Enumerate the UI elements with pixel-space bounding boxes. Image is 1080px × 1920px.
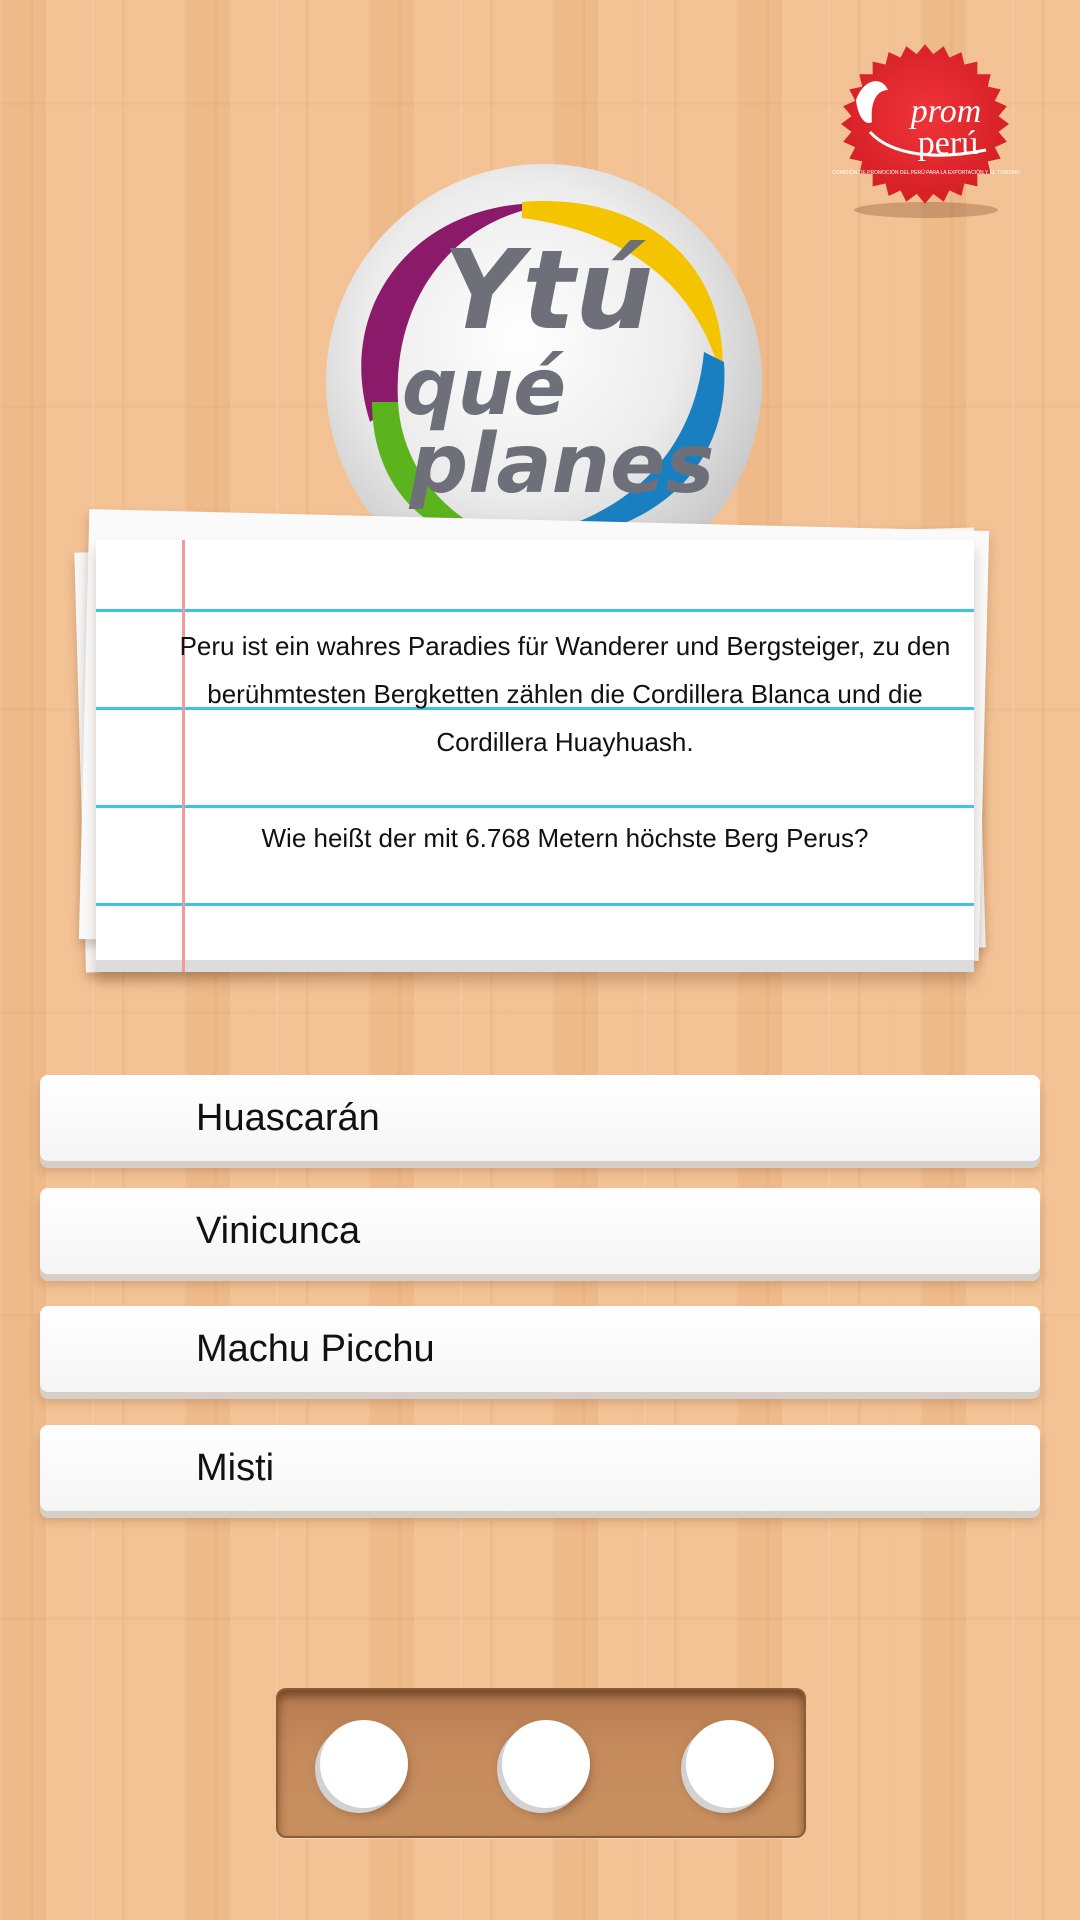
game-screen: prom perú COMISIÓN DE PROMOCIÓN DEL PERÚ… (0, 0, 1080, 1920)
answer-button-4[interactable]: Misti (40, 1425, 1040, 1511)
question-prompt: Wie heißt der mit 6.768 Metern höchste B… (261, 823, 869, 853)
promperu-logo: prom perú COMISIÓN DE PROMOCIÓN DEL PERÚ… (832, 44, 1020, 218)
answer-label: Misti (196, 1447, 275, 1489)
logo-text-planes: planes (409, 417, 715, 512)
answer-button-3[interactable]: Machu Picchu (40, 1306, 1040, 1392)
answer-label: Machu Picchu (196, 1328, 435, 1370)
life-token (320, 1720, 408, 1808)
promperu-tagline: COMISIÓN DE PROMOCIÓN DEL PERÚ PARA LA E… (832, 169, 1020, 176)
answer-label: Huascarán (196, 1097, 380, 1139)
logo-text-ytu: Ytú (443, 226, 654, 354)
answer-button-2[interactable]: Vinicunca (40, 1188, 1040, 1274)
life-token (686, 1720, 774, 1808)
promperu-wordmark-2: perú (918, 125, 978, 162)
lives-tray (276, 1688, 806, 1838)
question-intro: Peru ist ein wahres Paradies für Wandere… (179, 631, 951, 757)
life-token (502, 1720, 590, 1808)
answer-label: Vinicunca (196, 1210, 361, 1252)
answer-button-1[interactable]: Huascarán (40, 1075, 1040, 1161)
question-text-block: Peru ist ein wahres Paradies für Wandere… (96, 622, 1034, 862)
